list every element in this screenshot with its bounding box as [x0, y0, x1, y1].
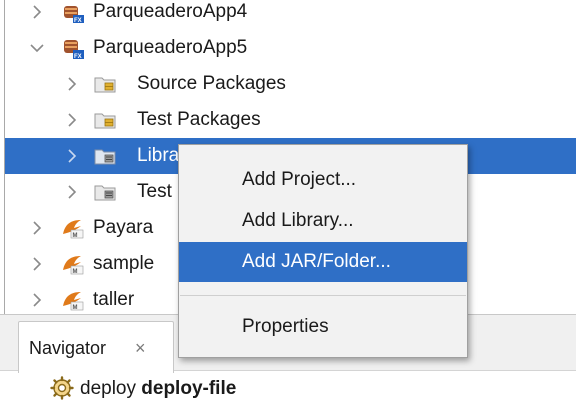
- close-icon[interactable]: ×: [135, 338, 146, 359]
- tree-node-label: Source Packages: [137, 73, 286, 94]
- tree-node-test-packages[interactable]: Test Packages: [5, 102, 576, 138]
- svg-text:FX: FX: [74, 54, 82, 60]
- menu-item-label: Properties: [242, 316, 329, 337]
- menu-item-add-project[interactable]: Add Project...: [179, 160, 467, 200]
- tree-node-label: ParqueaderoApp5: [93, 37, 248, 58]
- package-folder-icon: [93, 108, 117, 132]
- chevron-right-icon[interactable]: [63, 183, 81, 201]
- navigator-item-name: deploy-file: [141, 378, 237, 399]
- navigator-item-prefix: deploy: [80, 378, 136, 399]
- tree-node-label: sample: [93, 253, 155, 274]
- library-folder-icon: [93, 180, 117, 204]
- context-menu: Add Project... Add Library... Add JAR/Fo…: [178, 144, 468, 358]
- menu-item-add-jar-folder[interactable]: Add JAR/Folder...: [179, 242, 467, 282]
- tree-node-parqueaderoapp5[interactable]: FX ParqueaderoApp5: [5, 30, 576, 66]
- maven-project-icon: M: [61, 288, 85, 312]
- gear-icon: [50, 376, 74, 400]
- menu-item-label: Add JAR/Folder...: [242, 251, 391, 272]
- maven-project-icon: M: [61, 216, 85, 240]
- package-folder-icon: [93, 72, 117, 96]
- chevron-right-icon[interactable]: [28, 291, 46, 309]
- svg-text:FX: FX: [74, 18, 82, 24]
- svg-text:M: M: [73, 269, 78, 275]
- library-folder-icon: [93, 144, 117, 168]
- tree-node-parqueaderoapp4[interactable]: FX ParqueaderoApp4: [5, 0, 576, 30]
- menu-item-label: Add Library...: [242, 210, 354, 231]
- menu-item-properties[interactable]: Properties: [179, 307, 467, 347]
- svg-text:M: M: [73, 305, 78, 311]
- tree-node-label: Payara: [93, 217, 154, 238]
- tree-node-label: Test Packages: [137, 109, 261, 130]
- menu-item-add-library[interactable]: Add Library...: [179, 201, 467, 241]
- tab-navigator[interactable]: Navigator ×: [18, 321, 174, 373]
- tree-node-label: taller: [93, 289, 135, 310]
- tab-navigator-label: Navigator: [29, 338, 107, 358]
- chevron-right-icon[interactable]: [63, 111, 81, 129]
- javafx-project-icon: FX: [61, 36, 85, 60]
- chevron-down-icon[interactable]: [28, 39, 46, 57]
- chevron-right-icon[interactable]: [28, 219, 46, 237]
- menu-item-label: Add Project...: [242, 169, 357, 190]
- menu-separator: [180, 295, 466, 296]
- chevron-right-icon[interactable]: [28, 3, 46, 21]
- maven-project-icon: M: [61, 252, 85, 276]
- navigator-item-label: deploy deploy-file: [80, 378, 236, 400]
- chevron-right-icon[interactable]: [28, 255, 46, 273]
- tree-node-source-packages[interactable]: Source Packages: [5, 66, 576, 102]
- tree-node-label: ParqueaderoApp4: [93, 1, 248, 22]
- chevron-right-icon[interactable]: [63, 75, 81, 93]
- svg-text:M: M: [73, 233, 78, 239]
- chevron-right-icon[interactable]: [63, 147, 81, 165]
- javafx-project-icon: FX: [61, 0, 85, 24]
